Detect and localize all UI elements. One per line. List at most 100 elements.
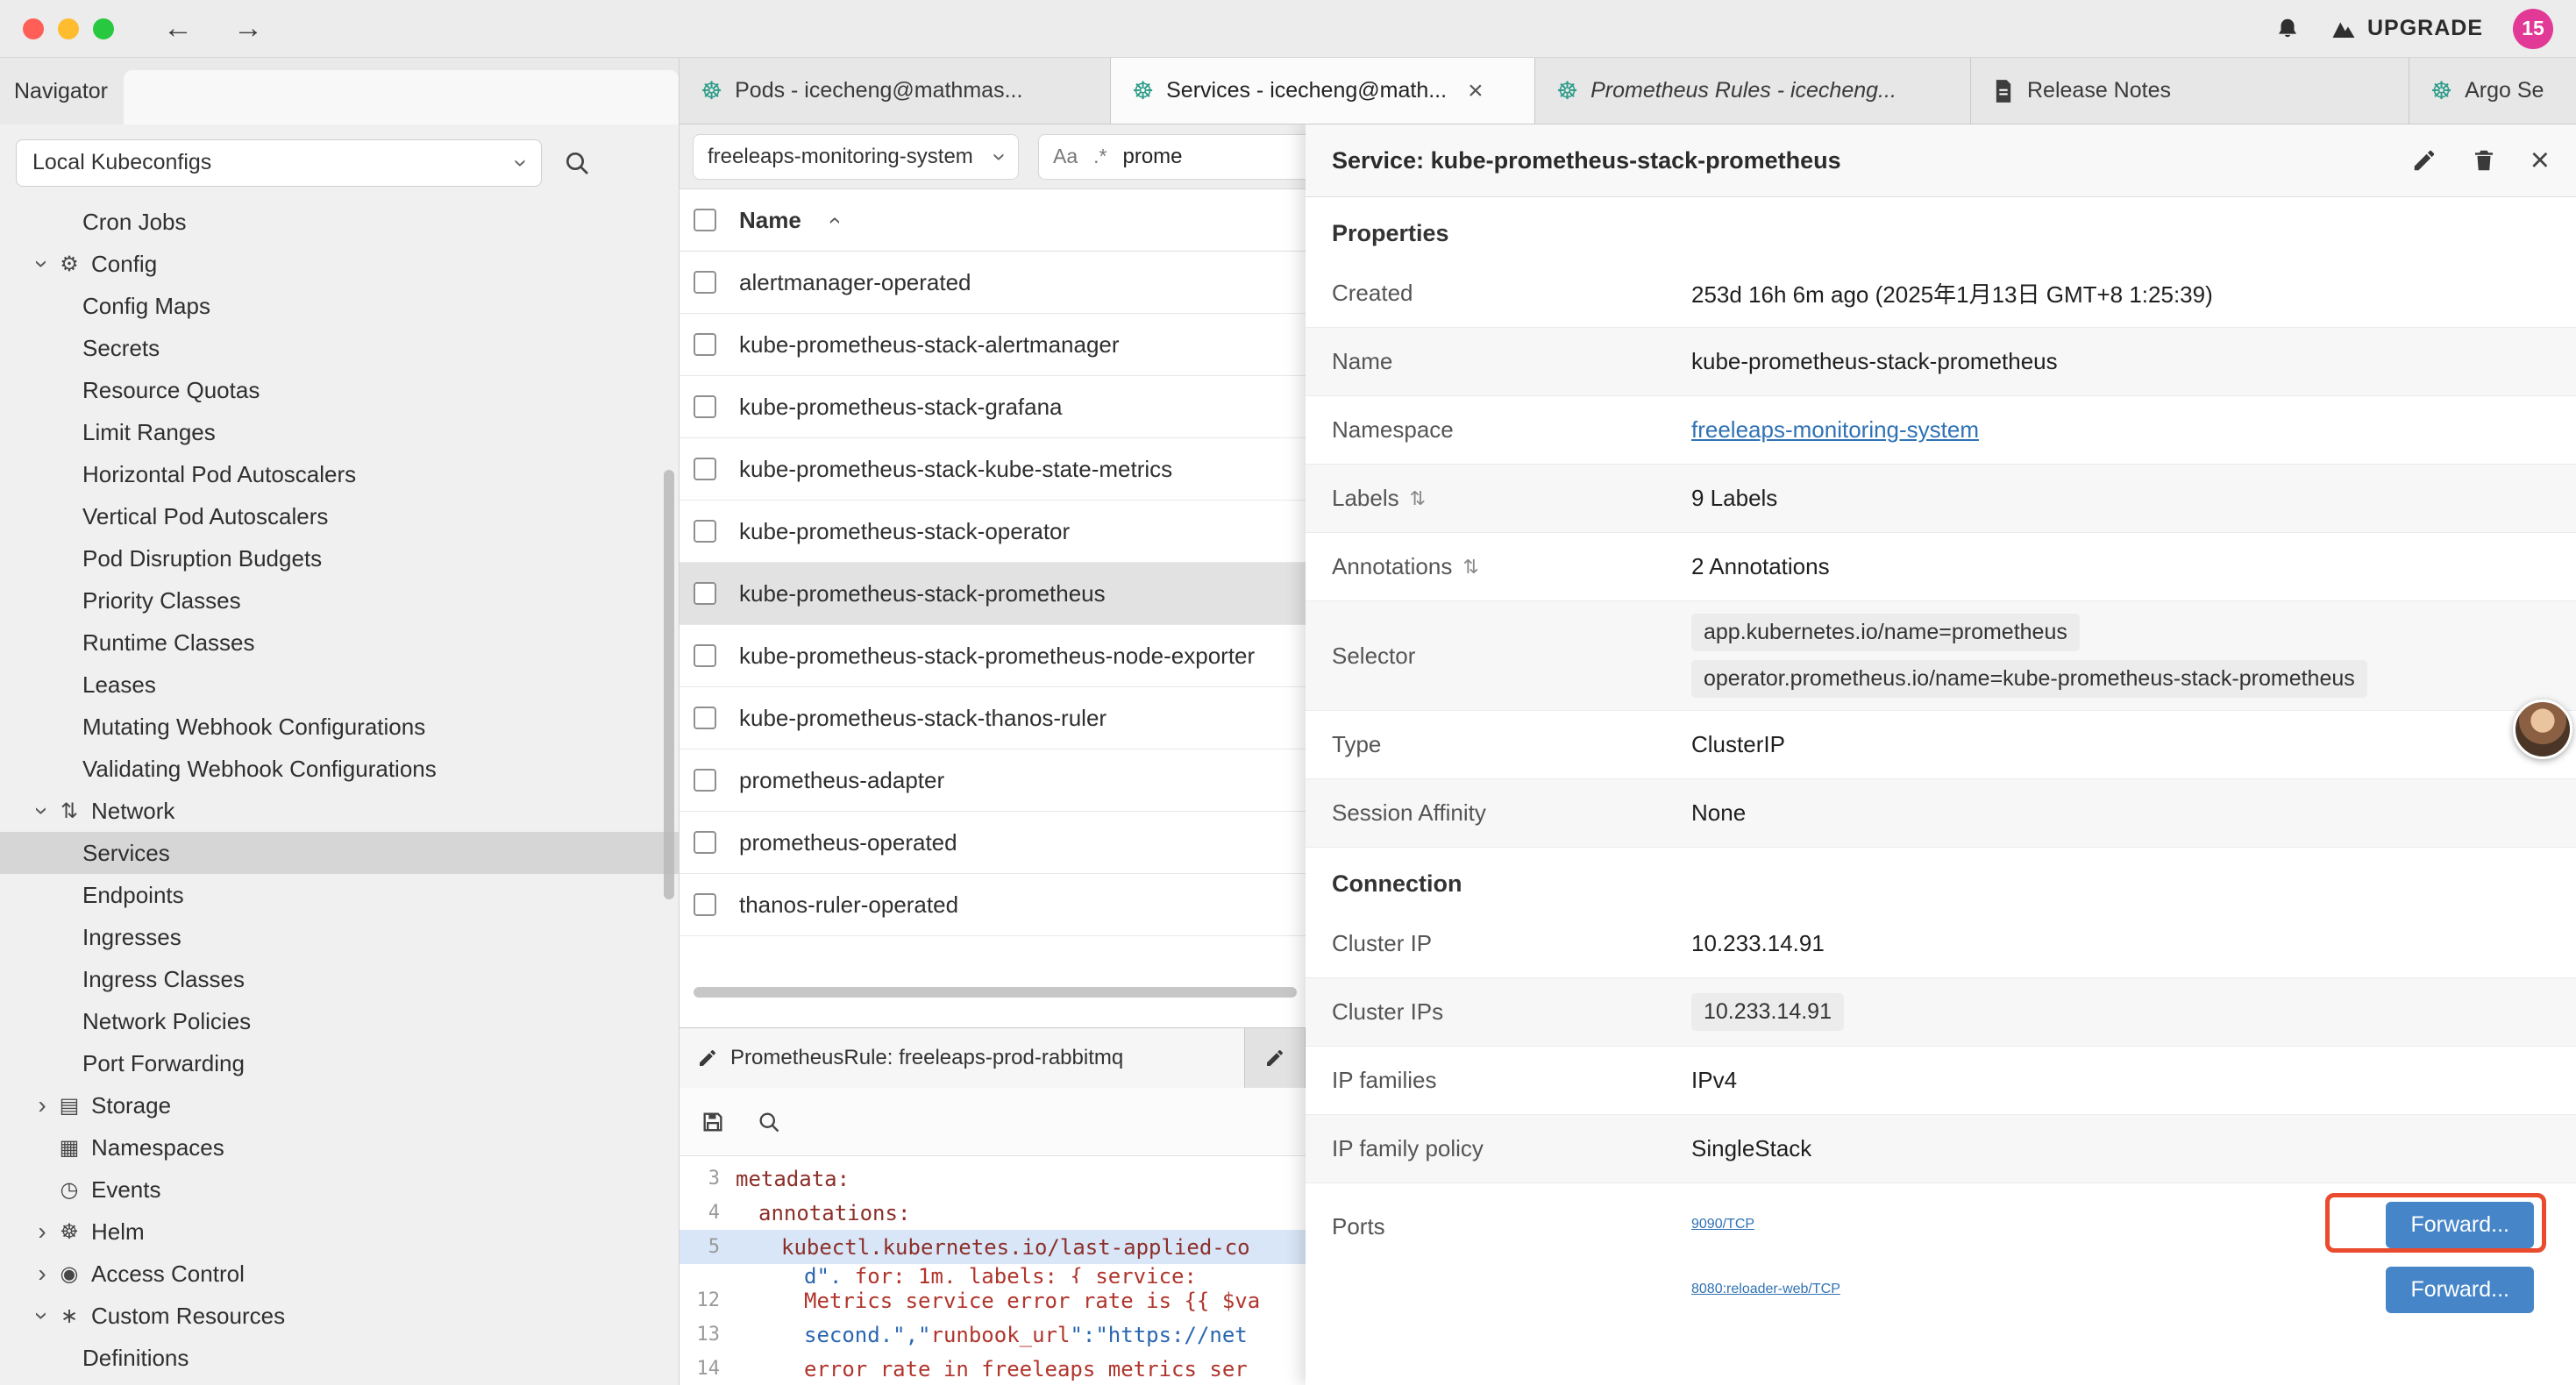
table-row[interactable]: kube-prometheus-stack-prometheus <box>680 563 1306 625</box>
dock-tab-next[interactable] <box>1245 1028 1306 1088</box>
sidebar-item[interactable]: › Pod Disruption Budgets <box>0 537 679 579</box>
sidebar-item[interactable]: › ⇅ Network <box>0 790 679 832</box>
tab-close-icon[interactable]: × <box>1468 76 1484 106</box>
row-checkbox[interactable] <box>694 271 716 294</box>
sidebar-item[interactable]: › ▤ Storage <box>0 1084 679 1126</box>
minimize-window-button[interactable] <box>58 18 79 39</box>
sidebar-item[interactable]: › ◉ Access Control <box>0 1253 679 1295</box>
yaml-editor[interactable]: 3metadata: 4annotations: 5kubectl.kubern… <box>680 1156 1306 1385</box>
maximize-window-button[interactable] <box>93 18 114 39</box>
tab-argo[interactable]: ☸ Argo Se <box>2409 58 2576 124</box>
sidebar-item[interactable]: › Leases <box>0 664 679 706</box>
sidebar-item[interactable]: › Validating Webhook Configurations <box>0 748 679 790</box>
back-button[interactable]: ← <box>163 11 193 46</box>
sidebar-item[interactable]: › Endpoints <box>0 874 679 916</box>
tab-prometheus-rules[interactable]: ☸ Prometheus Rules - icecheng... <box>1535 58 1971 124</box>
table-row[interactable]: kube-prometheus-stack-alertmanager <box>680 314 1306 376</box>
forward-button[interactable]: → <box>233 11 263 46</box>
sidebar-item[interactable]: › Vertical Pod Autoscalers <box>0 495 679 537</box>
table-row[interactable]: kube-prometheus-stack-operator <box>680 501 1306 563</box>
sidebar-item[interactable]: › Resource Quotas <box>0 369 679 411</box>
delete-trash-icon[interactable] <box>2471 147 2497 174</box>
namespace-filter-dropdown[interactable]: freeleaps-monitoring-system › <box>693 134 1019 180</box>
table-row[interactable]: prometheus-adapter <box>680 749 1306 812</box>
sidebar-item[interactable]: › Limit Ranges <box>0 411 679 453</box>
sidebar-item[interactable]: › ⚙ Config <box>0 243 679 285</box>
row-checkbox[interactable] <box>694 893 716 916</box>
sidebar-item[interactable]: › ☸ Helm <box>0 1211 679 1253</box>
sidebar-item[interactable]: › ▦ Namespaces <box>0 1126 679 1168</box>
table-row[interactable]: thanos-ruler-operated <box>680 874 1306 936</box>
select-all-checkbox[interactable] <box>694 209 716 231</box>
kubeconfig-dropdown[interactable]: Local Kubeconfigs › <box>16 139 542 187</box>
dock-tab-prometheusrule[interactable]: PrometheusRule: freeleaps-prod-rabbitmq <box>680 1028 1245 1088</box>
save-icon[interactable] <box>701 1110 725 1134</box>
sidebar-item[interactable]: › Cron Jobs <box>0 201 679 243</box>
chevron-icon: › <box>26 1091 58 1119</box>
row-checkbox[interactable] <box>694 582 716 605</box>
navigator-panel-tab[interactable] <box>124 70 679 124</box>
row-checkbox[interactable] <box>694 769 716 792</box>
close-icon[interactable]: × <box>2530 144 2550 177</box>
sidebar-item-icon: ⇅ <box>58 799 81 824</box>
port-forward-button[interactable]: Forward... <box>2386 1202 2534 1248</box>
table-row[interactable]: kube-prometheus-stack-kube-state-metrics <box>680 438 1306 501</box>
sidebar-item-label: Endpoints <box>82 882 184 909</box>
sidebar-item-label: Vertical Pod Autoscalers <box>82 503 328 530</box>
expand-toggle-icon[interactable]: ⇅ <box>1410 487 1426 510</box>
sidebar-item[interactable]: › Port Forwarding <box>0 1042 679 1084</box>
notifications-bell-icon[interactable] <box>2274 16 2301 42</box>
row-checkbox[interactable] <box>694 644 716 667</box>
table-row[interactable]: alertmanager-operated <box>680 252 1306 314</box>
tab-release-notes[interactable]: Release Notes <box>1971 58 2409 124</box>
sidebar-item[interactable]: › Network Policies <box>0 1000 679 1042</box>
table-row[interactable]: kube-prometheus-stack-thanos-ruler <box>680 687 1306 749</box>
table-row[interactable]: prometheus-operated <box>680 812 1306 874</box>
sidebar-search-icon[interactable] <box>563 149 591 177</box>
sidebar-item[interactable]: › ∗ Custom Resources <box>0 1295 679 1337</box>
row-checkbox[interactable] <box>694 707 716 729</box>
service-name: kube-prometheus-stack-kube-state-metrics <box>739 456 1172 483</box>
sidebar-item[interactable]: › Mutating Webhook Configurations <box>0 706 679 748</box>
sidebar-scrollbar[interactable] <box>664 470 674 899</box>
kubernetes-icon: ☸ <box>1556 76 1578 105</box>
name-column-header[interactable]: Name <box>739 207 801 234</box>
chevron-down-icon: › <box>986 153 1014 160</box>
sidebar-item[interactable]: › Definitions <box>0 1337 679 1379</box>
horizontal-scrollbar[interactable] <box>694 987 1297 998</box>
row-checkbox[interactable] <box>694 395 716 418</box>
table-row[interactable]: kube-prometheus-stack-prometheus-node-ex… <box>680 625 1306 687</box>
port-link[interactable]: 9090/TCP <box>1691 1217 1754 1232</box>
sidebar-item[interactable]: › ◷ Events <box>0 1168 679 1211</box>
edit-pencil-icon[interactable] <box>2411 147 2437 174</box>
sidebar-item[interactable]: › Priority Classes <box>0 579 679 621</box>
upgrade-mountain-icon <box>2330 18 2357 40</box>
sidebar-item[interactable]: › Config Maps <box>0 285 679 327</box>
sidebar-item[interactable]: › Secrets <box>0 327 679 369</box>
row-checkbox[interactable] <box>694 333 716 356</box>
sidebar-item[interactable]: › Services <box>0 832 679 874</box>
regex-toggle[interactable]: .* <box>1093 145 1107 168</box>
match-case-toggle[interactable]: Aa <box>1053 145 1078 168</box>
row-checkbox[interactable] <box>694 831 716 854</box>
row-checkbox[interactable] <box>694 458 716 480</box>
sidebar-item[interactable]: › Ingresses <box>0 916 679 958</box>
notification-count-badge[interactable]: 15 <box>2513 9 2553 49</box>
upgrade-button[interactable]: UPGRADE <box>2330 16 2483 41</box>
user-avatar[interactable] <box>2513 700 2572 759</box>
sidebar-item[interactable]: › Runtime Classes <box>0 621 679 664</box>
sidebar-item[interactable]: › Horizontal Pod Autoscalers <box>0 453 679 495</box>
row-checkbox[interactable] <box>694 520 716 543</box>
editor-search-icon[interactable] <box>757 1110 781 1134</box>
sidebar-item[interactable]: › Ingress Classes <box>0 958 679 1000</box>
chevron-icon: › <box>28 248 56 280</box>
namespace-link[interactable]: freeleaps-monitoring-system <box>1691 416 1979 443</box>
table-row[interactable]: kube-prometheus-stack-grafana <box>680 376 1306 438</box>
port-link[interactable]: 8080:reloader-web/TCP <box>1691 1282 1840 1297</box>
close-window-button[interactable] <box>23 18 44 39</box>
search-input[interactable]: Aa .* prome <box>1038 134 1306 180</box>
port-forward-button[interactable]: Forward... <box>2386 1267 2534 1313</box>
tab-pods[interactable]: ☸ Pods - icecheng@mathmas... <box>680 58 1111 124</box>
expand-toggle-icon[interactable]: ⇅ <box>1462 556 1478 579</box>
tab-services[interactable]: ☸ Services - icecheng@math... × <box>1111 58 1535 124</box>
